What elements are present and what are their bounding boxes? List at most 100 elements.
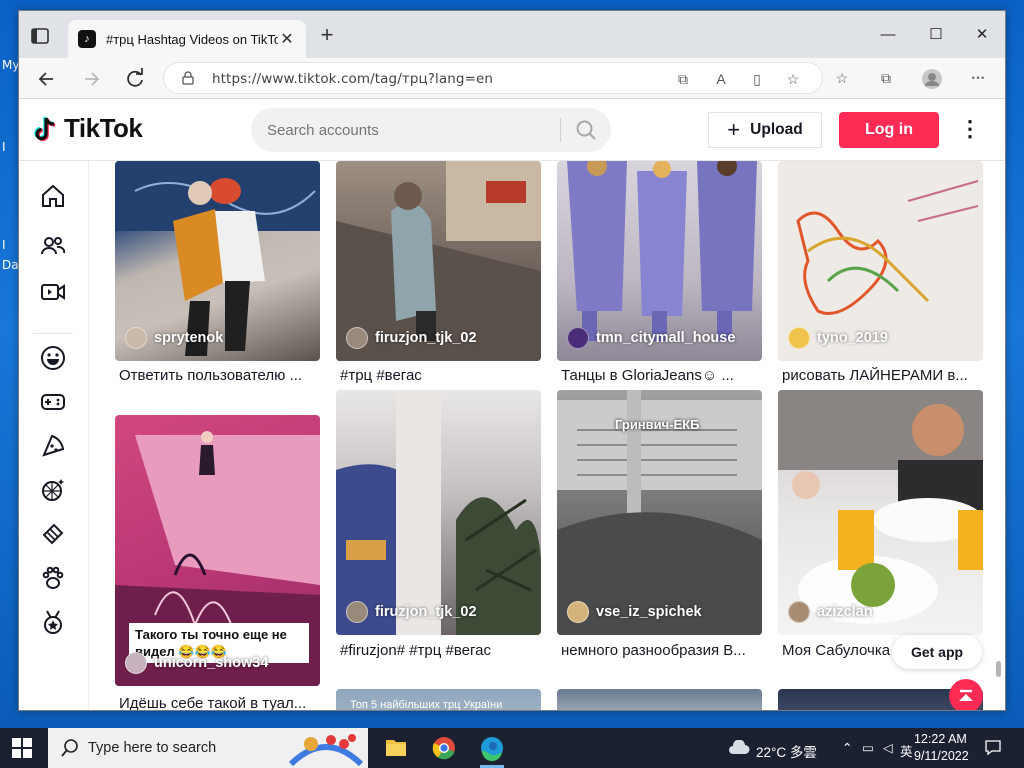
- video-author[interactable]: firuzjon_tjk_02: [346, 327, 477, 349]
- author-name: tmn_citymall_house: [596, 330, 736, 346]
- network-icon[interactable]: ▭: [862, 740, 874, 755]
- forward-icon[interactable]: [77, 65, 105, 93]
- volume-icon[interactable]: ◁: [883, 740, 893, 755]
- sports-icon[interactable]: [40, 609, 66, 635]
- video-author[interactable]: tmn_citymall_house: [567, 327, 735, 349]
- edge-icon[interactable]: [472, 732, 512, 768]
- url-text[interactable]: https://www.tiktok.com/tag/трц?lang=en: [212, 71, 493, 87]
- address-bar[interactable]: https://www.tiktok.com/tag/трц?lang=en ⧉…: [163, 62, 823, 94]
- desktop-icon-label[interactable]: Da: [2, 258, 19, 272]
- video-description[interactable]: #трц #вегас: [340, 367, 540, 384]
- following-icon[interactable]: [40, 233, 66, 259]
- minimize-button[interactable]: —: [865, 21, 911, 49]
- video-thumbnail[interactable]: Гринвич-ЕКБ vse_iz_spichek: [557, 390, 762, 635]
- settings-more-icon[interactable]: ⋯: [969, 69, 987, 86]
- video-thumbnail[interactable]: sprytenok: [115, 161, 320, 361]
- video-thumbnail[interactable]: firuzjon_tjk_02: [336, 390, 541, 635]
- file-explorer-icon[interactable]: [376, 732, 416, 764]
- author-avatar: [125, 652, 147, 674]
- video-author[interactable]: vse_iz_spichek: [567, 601, 702, 623]
- get-app-button[interactable]: Get app: [892, 635, 982, 669]
- video-author[interactable]: sprytenok: [125, 327, 223, 349]
- profile-avatar[interactable]: [921, 68, 942, 93]
- sidebar-divider: [33, 333, 73, 334]
- back-to-top-button[interactable]: [949, 679, 983, 710]
- video-description[interactable]: Ответить пользователю ...: [119, 367, 319, 384]
- favorites-icon[interactable]: ☆: [833, 70, 851, 87]
- video-description[interactable]: рисовать ЛАЙНЕРАМИ в...: [782, 367, 982, 384]
- video-thumbnail[interactable]: tyno_2019: [778, 161, 983, 361]
- input-language[interactable]: 英: [900, 741, 913, 760]
- more-options-icon[interactable]: ⋮: [959, 117, 981, 143]
- taskbar: Type here to search 22°C 多雲 ⌃ ▭ ◁ 英 12:2…: [0, 728, 1024, 768]
- weather-icon[interactable]: [728, 739, 750, 759]
- sidebar: [19, 161, 89, 710]
- maximize-button[interactable]: ☐: [913, 21, 959, 49]
- animals-icon[interactable]: [40, 565, 66, 591]
- desktop-icon-label[interactable]: My: [2, 58, 19, 72]
- video-author[interactable]: tyno_2019: [788, 327, 888, 349]
- food-icon[interactable]: [40, 433, 66, 459]
- tab-tiktok[interactable]: ♪ #трц Hashtag Videos on TikTok ✕: [68, 20, 306, 58]
- tab-actions-icon[interactable]: [29, 25, 51, 47]
- clock-time[interactable]: 12:22 AM: [914, 732, 967, 746]
- video-thumbnail[interactable]: tmn_citymall_house: [557, 161, 762, 361]
- show-hidden-icons-icon[interactable]: ⌃: [842, 740, 852, 755]
- live-icon[interactable]: [40, 279, 66, 305]
- search-highlight-illustration: [286, 730, 366, 767]
- desktop-icon-label[interactable]: I: [2, 238, 6, 252]
- video-thumbnail[interactable]: azizclan: [778, 390, 983, 635]
- author-name: firuzjon_tjk_02: [375, 604, 477, 620]
- lock-icon[interactable]: [182, 71, 194, 85]
- windows-start-icon[interactable]: [12, 738, 32, 758]
- close-window-button[interactable]: ✕: [959, 21, 1005, 49]
- video-description[interactable]: #firuzjon# #трц #вегас: [340, 642, 540, 659]
- search-input[interactable]: [267, 119, 547, 141]
- collections-icon[interactable]: ⧉: [877, 70, 895, 87]
- new-tab-button[interactable]: +: [315, 24, 339, 46]
- read-aloud-icon[interactable]: A: [712, 71, 730, 87]
- tiktok-logo[interactable]: TikTok: [33, 113, 143, 144]
- gaming-icon[interactable]: [40, 389, 66, 415]
- video-grid: sprytenok Ответить пользователю ... firu…: [115, 161, 985, 710]
- upload-button[interactable]: + Upload: [708, 112, 822, 148]
- comedy-icon[interactable]: [40, 345, 66, 371]
- video-thumbnail[interactable]: Такого ты точно еще не видел 😂😂😂 unicorn…: [115, 415, 320, 686]
- refresh-icon[interactable]: [121, 65, 149, 93]
- dance-icon[interactable]: [40, 477, 66, 503]
- add-favorite-icon[interactable]: ☆: [784, 71, 802, 88]
- video-author[interactable]: azizclan: [788, 601, 873, 623]
- chrome-icon[interactable]: [424, 732, 464, 764]
- author-name: firuzjon_tjk_02: [375, 330, 477, 346]
- video-description[interactable]: Идёшь себе такой в туал...: [119, 695, 319, 710]
- page-scrollbar[interactable]: [996, 661, 1001, 677]
- tiktok-header: TikTok + Upload Log in ⋮: [19, 99, 1005, 161]
- login-button[interactable]: Log in: [839, 112, 939, 148]
- back-icon[interactable]: [33, 65, 61, 93]
- plus-icon: +: [727, 117, 741, 142]
- tiktok-page: TikTok + Upload Log in ⋮: [19, 99, 1005, 710]
- tab-title: #трц Hashtag Videos on TikTok: [106, 31, 278, 47]
- tab-close-icon[interactable]: ✕: [278, 29, 296, 49]
- open-in-app-icon[interactable]: ⧉: [674, 71, 692, 88]
- home-icon[interactable]: [40, 183, 66, 209]
- weather-text[interactable]: 22°C 多雲: [756, 741, 817, 761]
- taskbar-search-placeholder: Type here to search: [88, 740, 217, 756]
- video-thumbnail[interactable]: firuzjon_tjk_02: [336, 161, 541, 361]
- video-thumbnail[interactable]: [557, 689, 762, 710]
- video-description[interactable]: немного разнообразия В...: [561, 642, 761, 659]
- browser-window: ♪ #трц Hashtag Videos on TikTok ✕ + — ☐ …: [18, 10, 1006, 711]
- taskbar-search[interactable]: Type here to search: [48, 728, 368, 768]
- video-author[interactable]: unicorn_show34: [125, 652, 268, 674]
- desktop-icon-label[interactable]: I: [2, 140, 6, 154]
- video-description[interactable]: Танцы в GloriaJeans☺ ...: [561, 367, 761, 384]
- immersive-reader-icon[interactable]: ▯: [748, 71, 766, 88]
- notification-icon[interactable]: [984, 738, 1002, 759]
- search-icon[interactable]: [575, 119, 597, 141]
- video-thumbnail[interactable]: Топ 5 найбільших трц України: [336, 689, 541, 710]
- tab-strip: ♪ #трц Hashtag Videos on TikTok ✕ + — ☐ …: [19, 11, 1005, 58]
- beauty-icon[interactable]: [40, 521, 66, 547]
- video-author[interactable]: firuzjon_tjk_02: [346, 601, 477, 623]
- author-avatar: [788, 327, 810, 349]
- clock-date[interactable]: 9/11/2022: [914, 749, 969, 763]
